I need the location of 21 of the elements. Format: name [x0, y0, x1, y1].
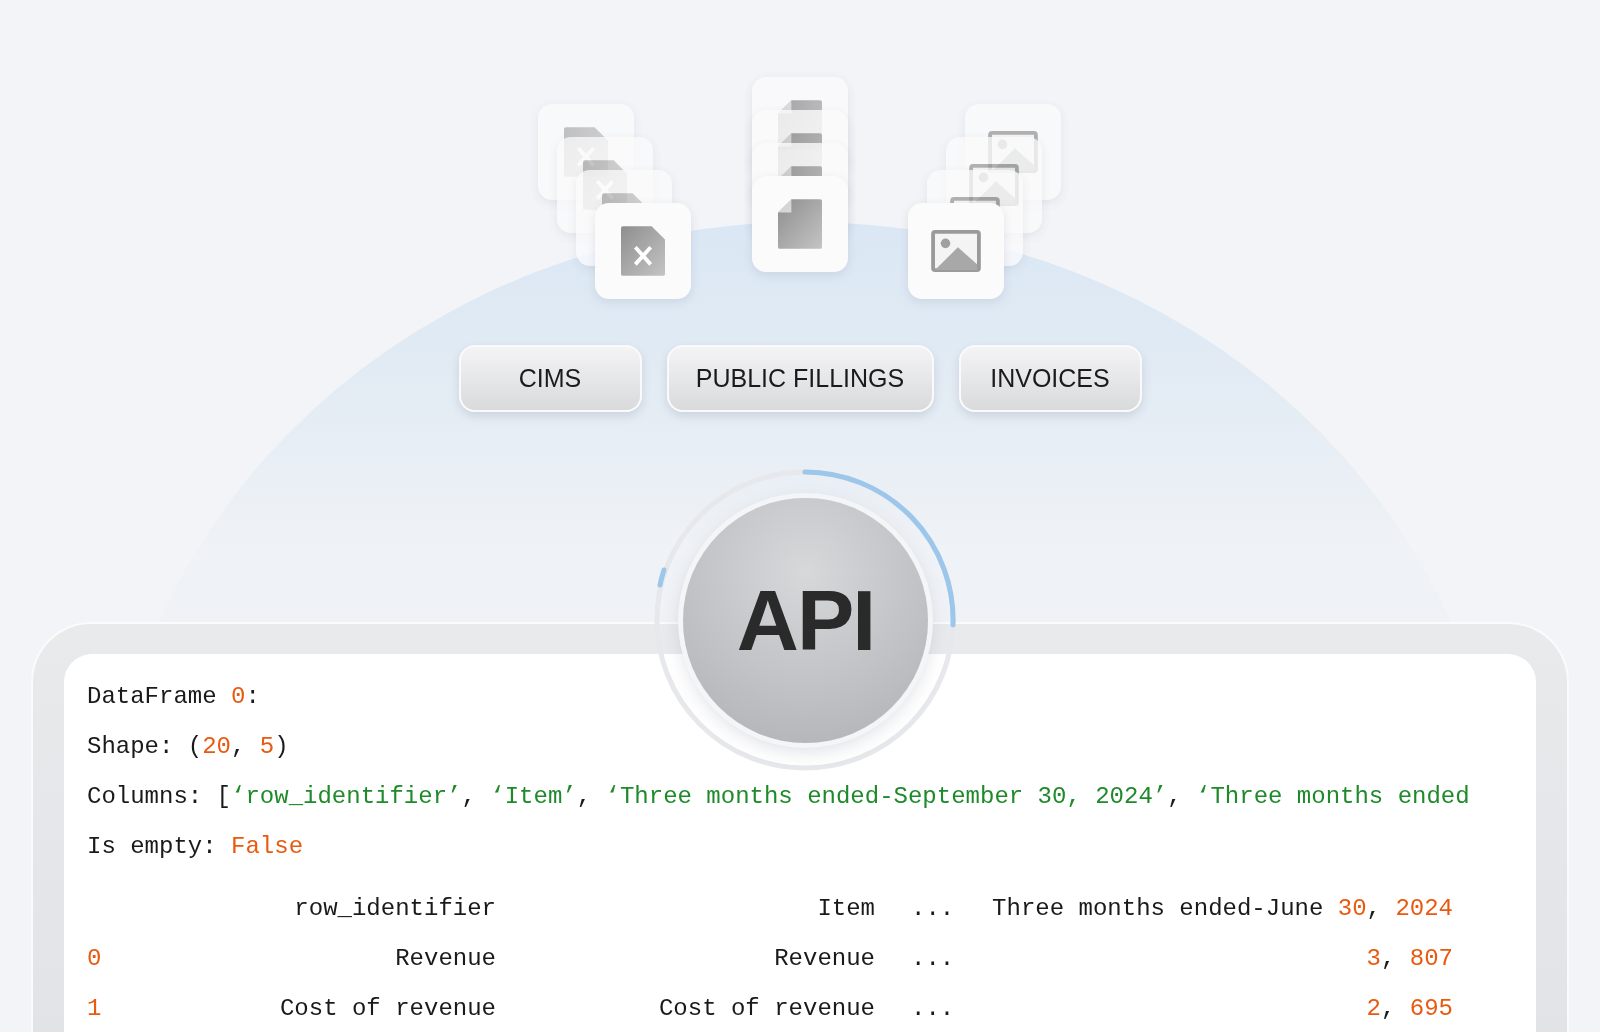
- table-cell-text: ...: [911, 944, 955, 974]
- column-header: row_identifier: [294, 894, 496, 924]
- column-header: Three months ended-June 30, 2024: [992, 894, 1453, 924]
- output-line: Is empty: False: [87, 832, 305, 862]
- output-line: DataFrame 0:: [87, 682, 261, 712]
- table-cell-text: 3, 807: [1366, 944, 1453, 974]
- table-cell-text: 1: [87, 994, 102, 1024]
- table-cell-text: Cost of revenue: [658, 994, 875, 1024]
- table-cell-text: ...: [911, 994, 955, 1024]
- column-header: ...: [911, 894, 955, 924]
- table-cell-text: 2, 695: [1366, 994, 1453, 1024]
- table-cell-text: Revenue: [395, 944, 496, 974]
- table-cell-text: Cost of revenue: [279, 994, 496, 1024]
- source-button[interactable]: PUBLIC FILLINGS: [666, 345, 934, 412]
- table-cell-text: 0: [87, 944, 102, 974]
- table-cell-text: Revenue: [774, 944, 875, 974]
- source-button[interactable]: INVOICES: [958, 345, 1142, 412]
- output-line: Columns: [‘row_identifier’, ‘Item’, ‘Three months ended-September 30, 2024’, ‘Three months ended: [87, 782, 1471, 812]
- column-header: Item: [817, 894, 875, 924]
- output-line: Shape: (20, 5): [87, 732, 290, 762]
- source-button[interactable]: CIMS: [458, 345, 642, 412]
